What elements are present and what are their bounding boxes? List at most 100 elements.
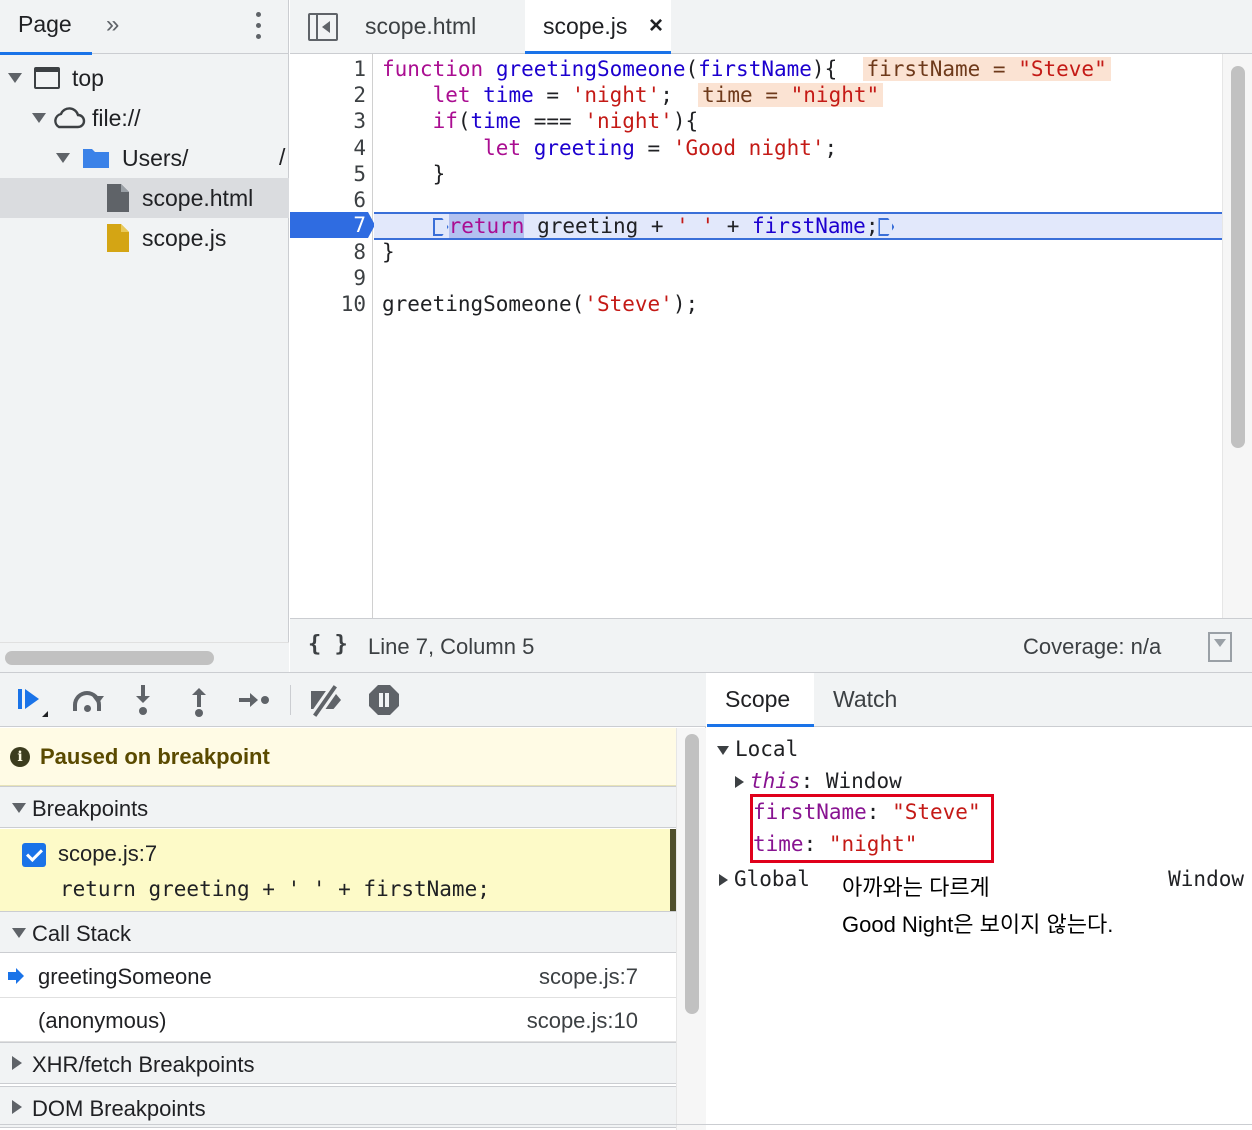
call-frame-name: (anonymous) [38, 1008, 167, 1033]
expand-arrow-icon[interactable] [56, 153, 70, 163]
deactivate-breakpoints-button[interactable] [309, 683, 343, 717]
tree-item-top[interactable]: top [0, 58, 289, 98]
scope-global-label: Global [734, 867, 810, 891]
scope-key: this [750, 769, 801, 793]
step-into-button[interactable] [126, 683, 160, 717]
code-line: let time = 'night'; time = "night" [382, 82, 884, 108]
folder-icon [82, 147, 110, 169]
more-tabs-icon[interactable]: » [106, 11, 119, 39]
line-number[interactable]: 6 [290, 187, 366, 213]
breakpoint-checkbox[interactable] [22, 843, 46, 867]
tree-item-label: file:// [92, 104, 141, 131]
debugger-vertical-scrollbar[interactable] [676, 728, 706, 1130]
scope-tabbar: Scope Watch [707, 673, 1252, 727]
call-frame[interactable]: (anonymous) scope.js:10 [0, 998, 676, 1042]
scope-local-label: Local [735, 737, 799, 761]
tree-item-file[interactable]: file:// [0, 98, 289, 138]
step-marker-icon[interactable] [878, 218, 895, 236]
tab-label: scope.js [543, 13, 628, 39]
section-call-stack[interactable]: Call Stack [0, 911, 676, 953]
section-xhr-breakpoints[interactable]: XHR/fetch Breakpoints [0, 1042, 676, 1084]
js-file-icon [106, 223, 130, 253]
tab-scope-html[interactable]: scope.html [365, 0, 476, 54]
step-button[interactable] [236, 683, 270, 717]
step-over-button[interactable] [70, 683, 104, 717]
step-marker-icon[interactable] [432, 218, 449, 236]
line-number[interactable]: 2 [290, 82, 366, 108]
expand-arrow-icon[interactable] [12, 1100, 22, 1114]
call-frame-location[interactable]: scope.js:10 [527, 1008, 638, 1034]
pause-on-exceptions-button[interactable] [367, 683, 401, 717]
cursor-position: Line 7, Column 5 [368, 634, 535, 659]
collapse-arrow-icon[interactable] [12, 928, 26, 938]
pretty-print-button[interactable]: { } [308, 632, 348, 657]
scope-this-row[interactable]: this: Window [735, 767, 902, 795]
code-line: let greeting = 'Good night'; [382, 136, 838, 160]
navigator-horizontal-scrollbar[interactable] [0, 642, 289, 672]
tree-item-users[interactable]: Users/ / [0, 138, 289, 178]
scope-global[interactable]: Global [719, 865, 810, 893]
expand-arrow-icon[interactable] [32, 113, 46, 123]
close-icon[interactable]: × [649, 12, 663, 40]
coverage-toggle-icon[interactable] [1208, 632, 1232, 662]
tree-item-scope-js[interactable]: scope.js [0, 218, 289, 258]
line-number-gutter[interactable]: 1 2 3 4 5 6 7 8 9 10 [290, 54, 375, 618]
code-line: } [382, 162, 446, 186]
section-title: XHR/fetch Breakpoints [32, 1052, 255, 1077]
breakpoint-item[interactable]: scope.js:7 return greeting + ' ' + first… [0, 829, 676, 911]
section-breakpoints[interactable]: Breakpoints [0, 786, 676, 828]
source-editor: scope.html scope.js × 1 2 3 4 5 6 7 8 9 … [290, 0, 1252, 672]
scope-global-value: Window [1168, 867, 1244, 891]
line-number[interactable]: 3 [290, 108, 366, 134]
tab-scope[interactable]: Scope [707, 673, 814, 727]
section-dom-breakpoints[interactable]: DOM Breakpoints [0, 1086, 676, 1128]
expand-arrow-icon[interactable] [735, 776, 744, 788]
scrollbar-thumb[interactable] [1231, 66, 1245, 448]
breakpoint-code: return greeting + ' ' + firstName; [60, 877, 490, 901]
tab-scope-js[interactable]: scope.js × [525, 0, 671, 55]
scrollbar-thumb[interactable] [685, 734, 699, 1014]
code-line: } [382, 240, 395, 264]
expand-arrow-icon[interactable] [12, 1056, 22, 1070]
editor-vertical-scrollbar[interactable] [1222, 54, 1252, 618]
file-icon [106, 183, 130, 213]
paused-banner: i Paused on breakpoint [0, 728, 676, 786]
call-frame-current[interactable]: greetingSomeone scope.js:7 [0, 954, 676, 998]
expand-arrow-icon[interactable] [8, 73, 22, 83]
expand-arrow-icon[interactable] [719, 874, 728, 886]
line-number[interactable]: 8 [290, 239, 366, 265]
collapse-arrow-icon[interactable] [12, 803, 26, 813]
scope-local[interactable]: Local [717, 735, 798, 763]
line-number[interactable]: 10 [290, 291, 366, 317]
annotation-text: 아까와는 다르게 [842, 875, 990, 900]
tab-page[interactable]: Page [0, 0, 92, 55]
scope-pane: Scope Watch Local this: Window firstName… [707, 673, 1252, 1130]
inline-value: firstName = "Steve" [862, 57, 1111, 81]
frame-icon [34, 67, 60, 89]
collapse-arrow-icon[interactable] [717, 745, 729, 755]
paused-message: Paused on breakpoint [40, 744, 270, 769]
tree-item-label: top [72, 64, 104, 91]
scrollbar-thumb[interactable] [5, 651, 214, 665]
section-title: DOM Breakpoints [32, 1096, 206, 1121]
debugger-toolbar [0, 673, 706, 727]
step-out-button[interactable] [182, 683, 216, 717]
toggle-navigator-icon[interactable] [308, 13, 338, 41]
resume-button[interactable] [14, 683, 48, 717]
line-number[interactable]: 5 [290, 161, 366, 187]
line-number[interactable]: 4 [290, 135, 366, 161]
tree-item-label: Users/ [122, 144, 189, 171]
call-frame-location[interactable]: scope.js:7 [539, 964, 638, 990]
editor-status-bar: { } Line 7, Column 5 Coverage: n/a [290, 618, 1252, 672]
tree-item-scope-html[interactable]: scope.html [0, 178, 289, 218]
tree-item-label: scope.js [142, 224, 227, 251]
tab-watch[interactable]: Watch [833, 686, 897, 713]
code-line: function greetingSomeone(firstName){ fir… [382, 56, 1111, 82]
code-area[interactable]: function greetingSomeone(firstName){ fir… [374, 54, 1222, 618]
kebab-menu-icon[interactable] [248, 10, 268, 42]
toolbar-separator [290, 685, 291, 715]
breakpoint-marker[interactable]: 7 [290, 212, 375, 238]
annotation-text: Good Night은 보이지 않는다. [842, 912, 1114, 937]
line-number[interactable]: 1 [290, 56, 366, 82]
line-number[interactable]: 9 [290, 265, 366, 291]
